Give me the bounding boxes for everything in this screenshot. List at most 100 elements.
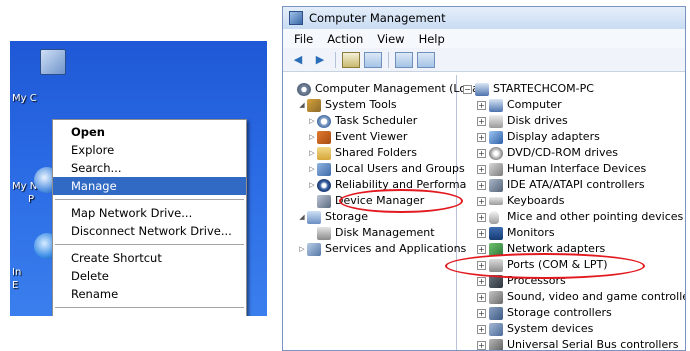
expand-arrow-icon[interactable]: ◢ <box>297 97 307 113</box>
expand-box-icon[interactable]: + <box>477 244 486 254</box>
device-category-network-adapters[interactable]: + Network adapters <box>457 241 685 257</box>
device-tree-root[interactable]: − STARTECHCOM-PC <box>457 81 685 97</box>
tree-node-services-and-applications[interactable]: ▷ Services and Applications <box>283 241 466 257</box>
event-icon <box>317 130 331 144</box>
pc-icon <box>489 98 503 112</box>
expand-box-icon[interactable]: + <box>477 116 486 126</box>
forward-arrow-icon[interactable]: ▶ <box>311 52 329 68</box>
properties-icon[interactable] <box>417 51 435 68</box>
expand-box-icon[interactable]: + <box>477 260 486 270</box>
device-tree: − STARTECHCOM-PC + Computer + Disk drives + Dis… <box>445 75 686 351</box>
expand-arrow-icon[interactable]: ▷ <box>307 161 317 177</box>
tree-node-device-manager[interactable]: Device Manager <box>283 193 456 209</box>
services-icon <box>307 242 321 256</box>
expand-box-icon[interactable]: + <box>477 164 486 174</box>
tree-node-shared-folders[interactable]: ▷ Shared Folders <box>283 145 456 161</box>
dvd-icon <box>489 146 503 160</box>
gear-icon <box>297 82 311 96</box>
tree-node-event-viewer[interactable]: ▷ Event Viewer <box>283 129 456 145</box>
device-category-ports-com-lpt[interactable]: + Ports (COM & LPT) <box>457 257 685 273</box>
device-category-monitors[interactable]: + Monitors <box>457 225 685 241</box>
expand-arrow-icon[interactable]: ◢ <box>297 209 307 225</box>
expand-arrow-icon[interactable]: ▷ <box>297 241 307 257</box>
expand-arrow-icon[interactable]: ▷ <box>307 145 317 161</box>
device-category-system-devices[interactable]: + System devices <box>457 321 685 337</box>
expand-box-icon[interactable]: + <box>477 132 486 142</box>
expand-box-icon[interactable]: + <box>477 228 486 238</box>
context-menu-item-open[interactable]: Open <box>53 123 246 141</box>
device-category-label: Keyboards <box>507 194 565 207</box>
context-menu-item-manage[interactable]: Manage <box>53 177 246 195</box>
context-menu-item-rename[interactable]: Rename <box>53 285 246 303</box>
expand-arrow-icon[interactable]: ▷ <box>307 129 317 145</box>
tree-node-disk-management[interactable]: Disk Management <box>283 225 456 241</box>
toolbar: ◀ ▶ <box>283 48 685 72</box>
title-bar[interactable]: Computer Management <box>283 7 685 29</box>
expand-box-icon[interactable]: + <box>477 148 486 158</box>
network-icon <box>489 242 503 256</box>
context-menu-item-delete[interactable]: Delete <box>53 267 246 285</box>
monitor-icon <box>489 226 503 240</box>
device-category-human-interface-devices[interactable]: + Human Interface Devices <box>457 161 685 177</box>
context-menu-item-map-network-drive[interactable]: Map Network Drive... <box>53 204 246 222</box>
help-icon[interactable] <box>395 51 413 68</box>
up-folder-icon[interactable] <box>342 51 360 68</box>
panes: Computer Management (Local ◢ System Tools ▷… <box>283 75 685 350</box>
tree-node-reliability-and-performa[interactable]: ▷ Reliability and Performa <box>283 177 466 193</box>
expand-box-icon[interactable]: + <box>477 292 486 302</box>
disk-icon <box>317 226 331 240</box>
context-menu-item-search[interactable]: Search... <box>53 159 246 177</box>
expand-box-icon[interactable]: + <box>477 180 486 190</box>
back-arrow-icon[interactable]: ◀ <box>289 52 307 68</box>
expand-box-icon[interactable]: + <box>477 308 486 318</box>
show-hide-tree-icon[interactable] <box>364 51 382 68</box>
device-category-mice-and-other-pointing-devices[interactable]: + Mice and other pointing devices <box>457 209 685 225</box>
device-category-universal-serial-bus-controllers[interactable]: + Universal Serial Bus controllers <box>457 337 685 351</box>
expand-box-icon[interactable]: + <box>477 340 486 350</box>
device-category-storage-controllers[interactable]: + Storage controllers <box>457 305 685 321</box>
menu-file[interactable]: File <box>287 32 320 46</box>
device-category-dvd-cd-rom-drives[interactable]: + DVD/CD-ROM drives <box>457 145 685 161</box>
expand-arrow-icon[interactable]: ▷ <box>307 177 317 193</box>
tree-node-storage[interactable]: ◢ Storage <box>283 209 456 225</box>
device-category-display-adapters[interactable]: + Display adapters <box>457 129 685 145</box>
tree-node-task-scheduler[interactable]: ▷ Task Scheduler <box>283 113 456 129</box>
device-category-processors[interactable]: + Processors <box>457 273 685 289</box>
context-menu-item-create-shortcut[interactable]: Create Shortcut <box>53 249 246 267</box>
tree-node-local-users-and-groups[interactable]: ▷ Local Users and Groups <box>283 161 465 177</box>
device-category-computer[interactable]: + Computer <box>457 97 685 113</box>
expand-box-icon[interactable]: + <box>477 324 486 334</box>
context-menu-item-properties[interactable]: Properties <box>53 312 246 316</box>
device-category-keyboards[interactable]: + Keyboards <box>457 193 685 209</box>
menu-help[interactable]: Help <box>412 32 452 46</box>
expand-box-icon[interactable]: + <box>477 276 486 286</box>
context-menu-item-explore[interactable]: Explore <box>53 141 246 159</box>
folder-icon <box>317 146 331 160</box>
reliab-icon <box>317 178 331 192</box>
tree-node-computer-management-local[interactable]: Computer Management (Local <box>283 81 482 97</box>
device-category-label: Ports (COM & LPT) <box>507 258 608 271</box>
expand-box-icon[interactable]: + <box>477 212 486 222</box>
tree-node-label: Event Viewer <box>335 130 408 143</box>
expand-box-icon[interactable]: + <box>477 100 486 110</box>
device-category-sound-video-and-game-controllers[interactable]: + Sound, video and game controllers <box>457 289 686 305</box>
device-category-label: Sound, video and game controllers <box>507 290 686 303</box>
context-menu-item-disconnect-network-drive[interactable]: Disconnect Network Drive... <box>53 222 246 240</box>
tree-node-system-tools[interactable]: ◢ System Tools <box>283 97 456 113</box>
device-category-disk-drives[interactable]: + Disk drives <box>457 113 685 129</box>
device-category-ide-ata-atapi-controllers[interactable]: + IDE ATA/ATAPI controllers <box>457 177 685 193</box>
collapse-box-icon[interactable]: − <box>463 84 472 94</box>
menu-action[interactable]: Action <box>320 32 370 46</box>
expand-arrow-icon[interactable]: ▷ <box>307 113 317 129</box>
tree-node-label: Task Scheduler <box>335 114 418 127</box>
tree-node-label: Storage <box>325 210 369 223</box>
my-computer-desktop-icon[interactable] <box>40 49 66 75</box>
device-category-label: Computer <box>507 98 562 111</box>
device-category-label: Universal Serial Bus controllers <box>507 338 679 351</box>
drive-icon <box>489 114 503 128</box>
menu-view[interactable]: View <box>370 32 411 46</box>
computer-management-icon <box>289 11 303 25</box>
sysdev-icon <box>489 322 503 336</box>
display-icon <box>489 130 503 144</box>
expand-box-icon[interactable]: + <box>477 196 486 206</box>
